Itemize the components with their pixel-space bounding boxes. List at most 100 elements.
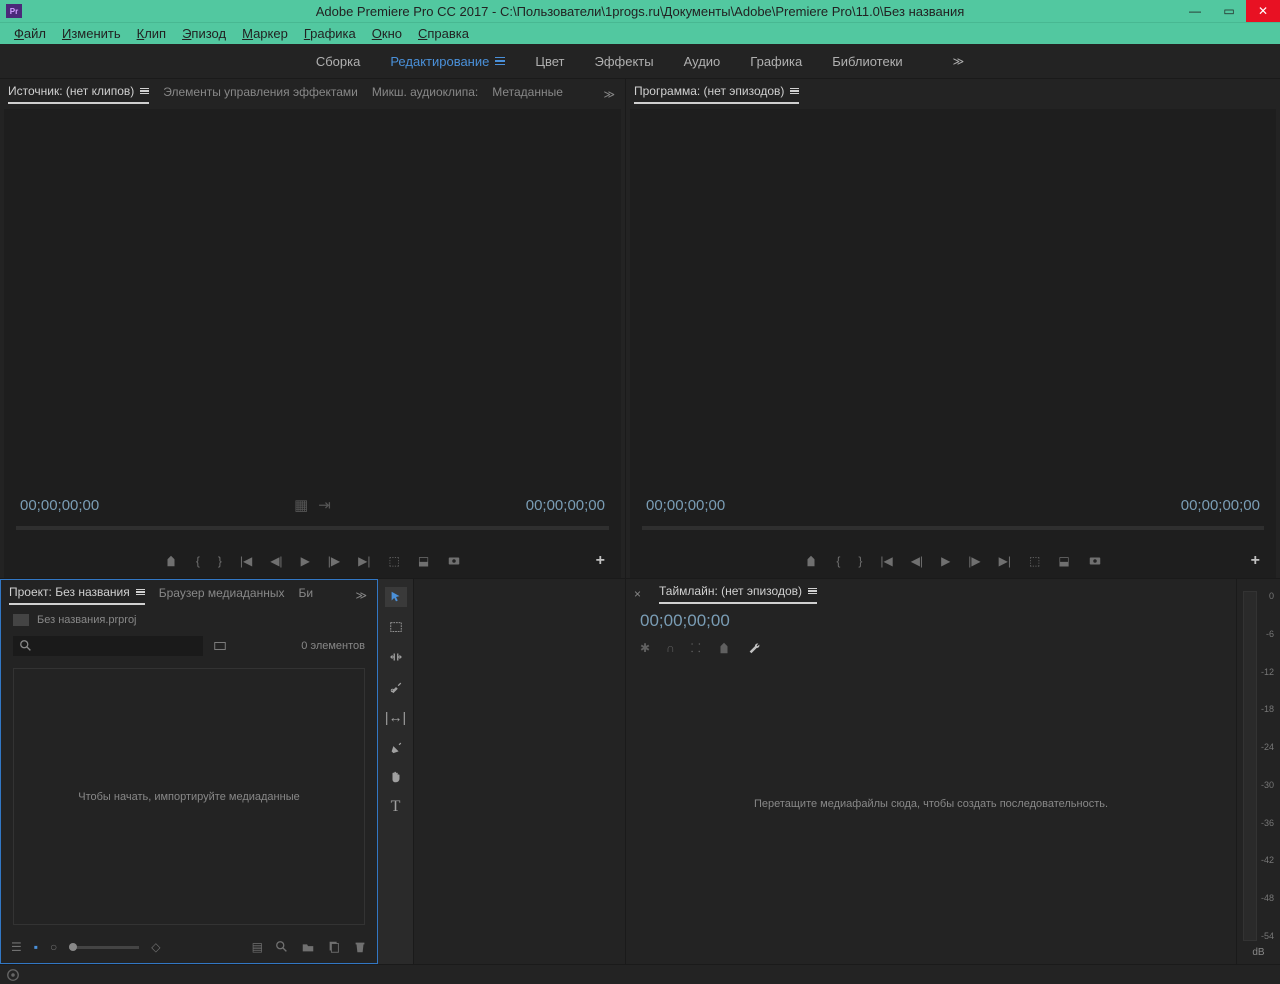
delete-icon[interactable]: [353, 940, 367, 954]
cc-sync-icon[interactable]: [6, 968, 20, 982]
prog-go-out-icon[interactable]: ▶|: [999, 554, 1011, 568]
program-tc-in[interactable]: 00;00;00;00: [646, 497, 725, 514]
tab-media-browser[interactable]: Браузер медиаданных: [159, 586, 285, 604]
tab-source-menu-icon[interactable]: [140, 88, 149, 95]
fit-icon[interactable]: ▦: [294, 496, 308, 514]
step-fwd-icon[interactable]: |▶: [328, 554, 340, 568]
step-back-icon[interactable]: ◀|: [270, 554, 282, 568]
tab-program-label: Программа: (нет эпизодов): [634, 84, 784, 98]
meter-tick: -42: [1261, 855, 1274, 865]
icon-view-icon[interactable]: ▪: [34, 940, 38, 954]
prog-step-back-icon[interactable]: ◀|: [911, 554, 923, 568]
tab-program-menu-icon[interactable]: [790, 88, 799, 95]
workspace-color[interactable]: Цвет: [535, 54, 564, 69]
marker-icon[interactable]: [717, 641, 731, 655]
export-frame-icon[interactable]: [447, 554, 461, 568]
prog-go-in-icon[interactable]: |◀: [880, 554, 892, 568]
tab-audio-mixer[interactable]: Микш. аудиоклипа:: [372, 85, 478, 103]
tool-hand[interactable]: [385, 767, 407, 787]
tool-razor[interactable]: [385, 677, 407, 697]
snap-icon[interactable]: ✱: [640, 641, 650, 655]
timeline-timecode[interactable]: 00;00;00;00: [626, 609, 1236, 633]
menu-help[interactable]: Справка: [410, 26, 477, 41]
timeline-drop-area[interactable]: Перетащите медиафайлы сюда, чтобы создат…: [630, 664, 1232, 944]
menu-clip[interactable]: Клип: [129, 26, 174, 41]
magnet-icon[interactable]: ∩: [666, 641, 675, 655]
thumbnail-size-slider[interactable]: [69, 946, 139, 949]
go-in-icon[interactable]: |◀: [240, 554, 252, 568]
program-scrub-bar[interactable]: [642, 526, 1264, 530]
close-button[interactable]: ✕: [1246, 0, 1280, 22]
wrench-icon[interactable]: [747, 641, 761, 655]
filter-bin-icon[interactable]: [213, 639, 227, 653]
maximize-button[interactable]: ▭: [1212, 0, 1246, 22]
overwrite-icon[interactable]: ⬓: [418, 554, 429, 568]
tool-selection[interactable]: [385, 587, 407, 607]
settings-icon[interactable]: ⇥: [318, 496, 331, 514]
tab-project-menu-icon[interactable]: [136, 589, 145, 596]
tool-ripple[interactable]: [385, 647, 407, 667]
tool-track-select[interactable]: [385, 617, 407, 637]
program-tc-out[interactable]: 00;00;00;00: [1181, 497, 1260, 514]
source-tc-out[interactable]: 00;00;00;00: [526, 497, 605, 514]
tab-timeline[interactable]: Таймлайн: (нет эпизодов): [659, 584, 817, 604]
find-icon[interactable]: [275, 940, 289, 954]
prog-mark-close-icon[interactable]: }: [858, 554, 862, 568]
prog-export-frame-icon[interactable]: [1088, 554, 1102, 568]
play-icon[interactable]: ▶: [301, 554, 310, 568]
workspace-menu-icon[interactable]: [495, 57, 505, 66]
menu-edit[interactable]: Изменить: [54, 26, 129, 41]
tool-slip[interactable]: |↔|: [385, 707, 407, 727]
source-tabs-overflow-icon[interactable]: ≫: [603, 88, 615, 101]
mark-open-icon[interactable]: {: [196, 554, 200, 568]
menu-file[interactable]: Файл: [6, 26, 54, 41]
workspace-audio[interactable]: Аудио: [684, 54, 721, 69]
linked-selection-icon[interactable]: ⸬: [691, 639, 701, 656]
tab-more[interactable]: Би: [298, 586, 313, 604]
new-bin-icon[interactable]: [301, 940, 315, 954]
project-tabs-overflow-icon[interactable]: ≫: [355, 589, 367, 602]
menu-marker[interactable]: Маркер: [234, 26, 296, 41]
insert-icon[interactable]: ⬚: [389, 554, 400, 568]
list-view-icon[interactable]: ☰: [11, 940, 22, 954]
tab-timeline-menu-icon[interactable]: [808, 588, 817, 595]
prog-step-fwd-icon[interactable]: |▶: [968, 554, 980, 568]
prog-button-editor-icon[interactable]: +: [1251, 552, 1260, 570]
mark-in-icon[interactable]: [164, 554, 178, 568]
mark-close-icon[interactable]: }: [218, 554, 222, 568]
source-tc-in[interactable]: 00;00;00;00: [20, 497, 99, 514]
tab-source[interactable]: Источник: (нет клипов): [8, 84, 149, 104]
workspace-graphics[interactable]: Графика: [750, 54, 802, 69]
program-viewer: 00;00;00;00 00;00;00;00 { } |◀ ◀| ▶ |▶ ▶…: [630, 109, 1276, 578]
tab-project[interactable]: Проект: Без названия: [9, 585, 145, 605]
freeform-view-icon[interactable]: ○: [50, 940, 57, 954]
menu-window[interactable]: Окно: [364, 26, 410, 41]
sort-icon[interactable]: ◇: [151, 940, 160, 954]
prog-extract-icon[interactable]: ⬓: [1058, 554, 1069, 568]
workspace-editing[interactable]: Редактирование: [390, 54, 505, 69]
prog-lift-icon[interactable]: ⬚: [1029, 554, 1040, 568]
prog-mark-open-icon[interactable]: {: [836, 554, 840, 568]
go-out-icon[interactable]: ▶|: [358, 554, 370, 568]
automate-icon[interactable]: ▤: [252, 940, 263, 954]
tab-program[interactable]: Программа: (нет эпизодов): [634, 84, 799, 104]
tab-metadata[interactable]: Метаданные: [492, 85, 563, 103]
project-search-input[interactable]: [13, 636, 203, 656]
button-editor-icon[interactable]: +: [596, 552, 605, 570]
new-item-icon[interactable]: [327, 940, 341, 954]
workspace-libraries[interactable]: Библиотеки: [832, 54, 902, 69]
workspace-assembly[interactable]: Сборка: [316, 54, 361, 69]
source-scrub-bar[interactable]: [16, 526, 609, 530]
workspace-overflow-icon[interactable]: ≫: [953, 55, 965, 68]
tool-pen[interactable]: [385, 737, 407, 757]
tool-type[interactable]: T: [385, 797, 407, 817]
workspace-effects[interactable]: Эффекты: [595, 54, 654, 69]
menu-sequence[interactable]: Эпизод: [174, 26, 234, 41]
project-drop-area[interactable]: Чтобы начать, импортируйте медиаданные: [13, 668, 365, 925]
timeline-tab-close-icon[interactable]: ×: [634, 587, 641, 601]
tab-effect-controls[interactable]: Элементы управления эффектами: [163, 85, 358, 103]
prog-mark-in-icon[interactable]: [804, 554, 818, 568]
minimize-button[interactable]: —: [1178, 0, 1212, 22]
menu-graphics[interactable]: Графика: [296, 26, 364, 41]
prog-play-icon[interactable]: ▶: [941, 554, 950, 568]
